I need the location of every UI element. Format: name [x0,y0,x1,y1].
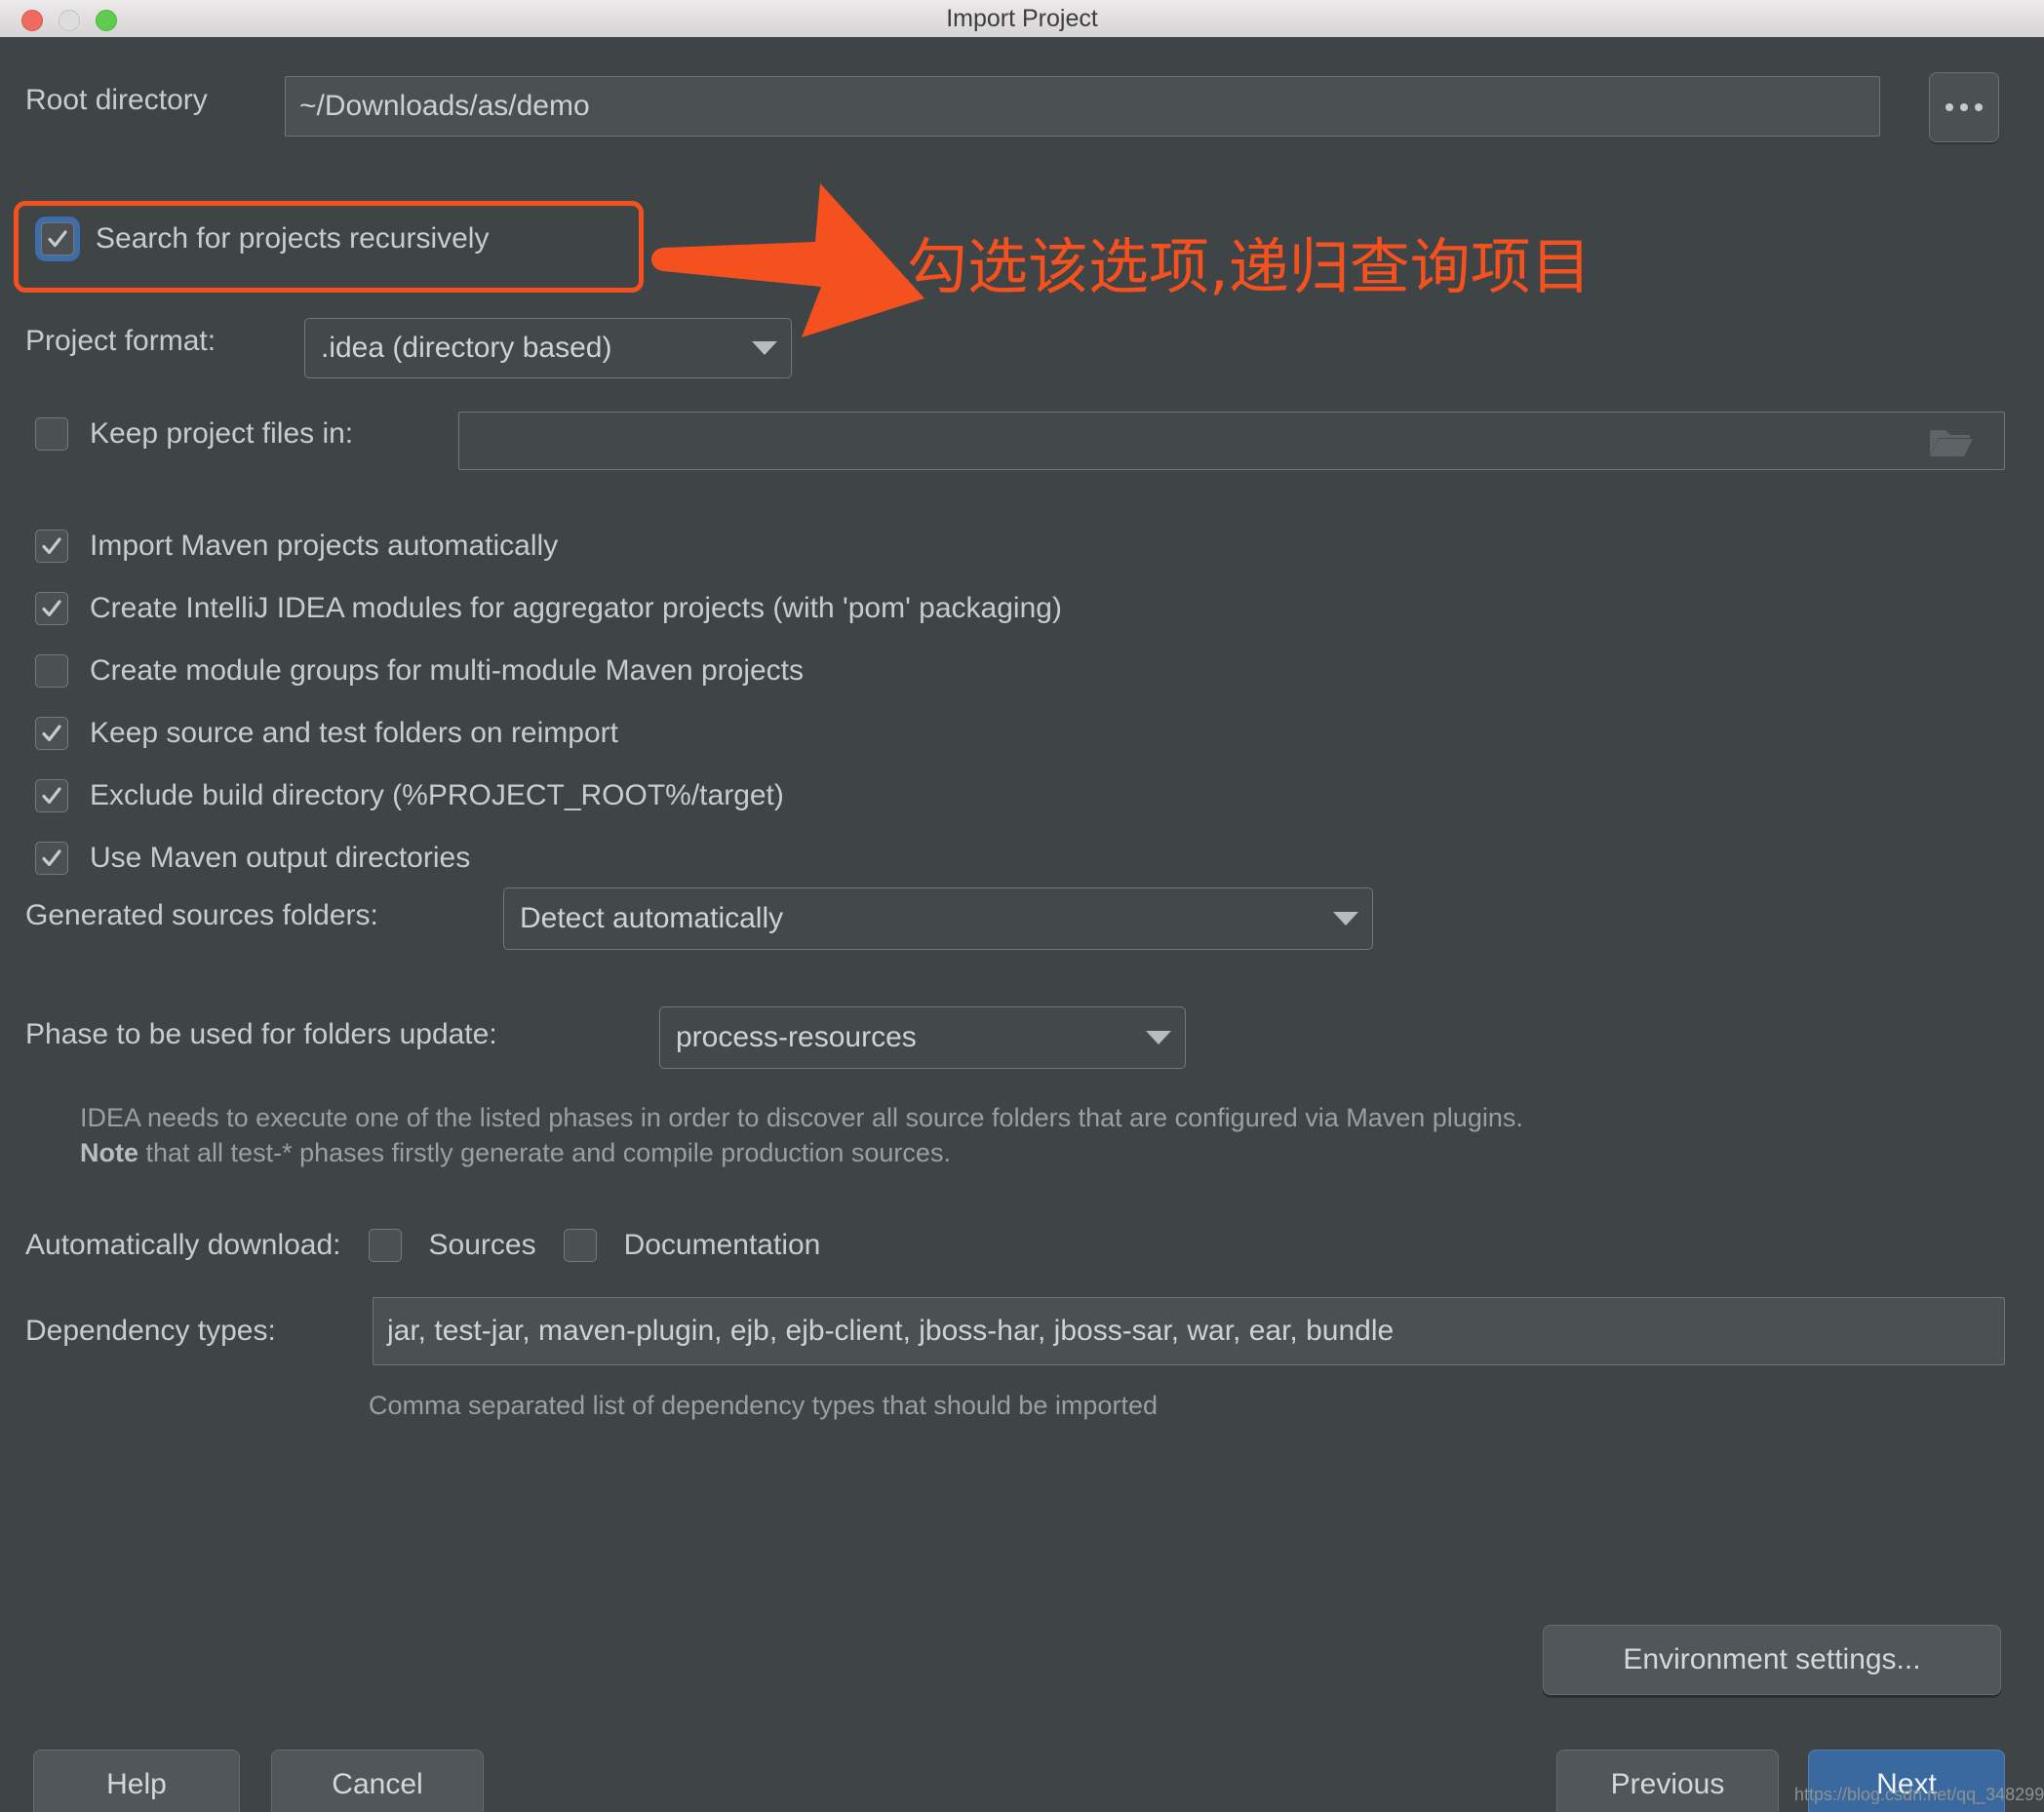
root-directory-input[interactable]: ~/Downloads/as/demo [285,76,1880,137]
keep-project-files-label: Keep project files in: [90,417,354,450]
dependency-types-label: Dependency types: [25,1315,276,1347]
option-row-1[interactable]: Create IntelliJ IDEA modules for aggrega… [35,592,1062,625]
import-maven-automatically-checkbox[interactable] [35,530,68,563]
option-label-3: Keep source and test folders on reimport [90,717,618,749]
previous-button[interactable]: Previous [1556,1750,1779,1812]
import-project-window: Import Project Root directory ~/Download… [0,0,2044,1812]
project-format-select[interactable]: .idea (directory based) [304,318,792,378]
root-directory-value: ~/Downloads/as/demo [299,90,590,122]
auto-download-label: Automatically download: [25,1229,341,1261]
search-recursively-row[interactable]: Search for projects recursively [41,222,489,256]
cancel-button[interactable]: Cancel [271,1750,484,1812]
window-title: Import Project [946,5,1098,32]
project-format-value: .idea (directory based) [321,332,612,364]
project-format-row: Project format: [25,325,216,358]
ellipsis-dot-icon [1946,103,1953,111]
cancel-label: Cancel [332,1768,423,1800]
use-maven-output-directories-checkbox[interactable] [35,842,68,875]
phase-hint-note-word: Note [80,1138,138,1168]
generated-sources-value: Detect automatically [520,902,784,934]
window-titlebar: Import Project [0,0,2044,38]
ellipsis-dot-icon [1975,103,1983,111]
root-directory-label: Root directory [25,84,208,116]
create-modules-aggregator-checkbox[interactable] [35,592,68,625]
auto-download-row: Automatically download: Sources Document… [25,1229,820,1262]
generated-sources-select[interactable]: Detect automatically [503,887,1373,950]
chevron-down-icon [1146,1031,1171,1044]
environment-settings-button[interactable]: Environment settings... [1543,1625,2001,1695]
browse-root-directory-button[interactable] [1929,72,1999,142]
dependency-types-row: Dependency types: [25,1315,276,1348]
checkmark-icon [48,230,67,248]
root-directory-row: Root directory [25,84,208,117]
phase-hint-note-rest: that all test-* phases firstly generate … [138,1138,951,1168]
browse-project-files-button[interactable] [1926,423,1977,460]
watermark-text: https://blog.csdn.net/qq_34829911 [1794,1785,2044,1804]
option-label-0: Import Maven projects automatically [90,530,559,562]
option-row-0[interactable]: Import Maven projects automatically [35,530,558,563]
option-row-5[interactable]: Use Maven output directories [35,842,470,875]
keep-source-test-folders-checkbox[interactable] [35,717,68,750]
phase-row: Phase to be used for folders update: [25,1018,497,1051]
phase-value: process-resources [676,1021,917,1053]
environment-settings-label: Environment settings... [1623,1643,1921,1675]
generated-sources-row: Generated sources folders: [25,899,378,932]
ellipsis-dot-icon [1960,103,1968,111]
dialog-body: Root directory ~/Downloads/as/demo Searc… [0,37,2044,1812]
chevron-down-icon [1333,912,1358,926]
dependency-types-hint: Comma separated list of dependency types… [369,1391,1158,1420]
option-row-4[interactable]: Exclude build directory (%PROJECT_ROOT%/… [35,779,784,812]
phase-hint-text: IDEA needs to execute one of the listed … [80,1100,2021,1171]
checkmark-icon [42,537,61,555]
download-documentation-label: Documentation [623,1229,821,1261]
dependency-types-value: jar, test-jar, maven-plugin, ejb, ejb-cl… [387,1315,1395,1347]
chevron-down-icon [752,341,777,355]
option-row-3[interactable]: Keep source and test folders on reimport [35,717,618,750]
annotation-text: 勾选该选项,递归查询项目 [907,231,1592,302]
checkmark-icon [42,849,61,867]
download-sources-checkbox[interactable] [368,1229,402,1262]
exclude-build-directory-checkbox[interactable] [35,779,68,812]
option-row-2[interactable]: Create module groups for multi-module Ma… [35,654,804,688]
keep-project-files-checkbox[interactable] [35,417,68,451]
help-button[interactable]: Help [33,1750,240,1812]
help-label: Help [106,1768,167,1800]
option-label-5: Use Maven output directories [90,842,471,874]
keep-project-files-input[interactable] [458,412,2005,470]
phase-label: Phase to be used for folders update: [25,1018,497,1050]
create-module-groups-checkbox[interactable] [35,654,68,688]
annotation-arrow-icon [651,183,924,337]
previous-label: Previous [1610,1768,1725,1800]
option-label-4: Exclude build directory (%PROJECT_ROOT%/… [90,779,784,811]
search-recursively-label: Search for projects recursively [96,222,490,255]
keep-project-files-row[interactable]: Keep project files in: [35,417,353,451]
checkmark-icon [42,787,61,805]
option-label-2: Create module groups for multi-module Ma… [90,654,804,687]
dependency-types-input[interactable]: jar, test-jar, maven-plugin, ejb, ejb-cl… [373,1297,2005,1365]
option-label-1: Create IntelliJ IDEA modules for aggrega… [90,592,1062,624]
generated-sources-label: Generated sources folders: [25,899,378,931]
folder-icon [1930,430,1973,456]
phase-hint-line-1: IDEA needs to execute one of the listed … [80,1103,1523,1132]
checkmark-icon [42,725,61,742]
download-documentation-checkbox[interactable] [563,1229,597,1262]
project-format-label: Project format: [25,325,216,357]
download-sources-label: Sources [428,1229,536,1261]
search-recursively-checkbox[interactable] [41,222,74,256]
phase-hint-line-2: Note that all test-* phases firstly gene… [80,1135,2021,1170]
phase-select[interactable]: process-resources [659,1006,1186,1069]
checkmark-icon [42,600,61,617]
